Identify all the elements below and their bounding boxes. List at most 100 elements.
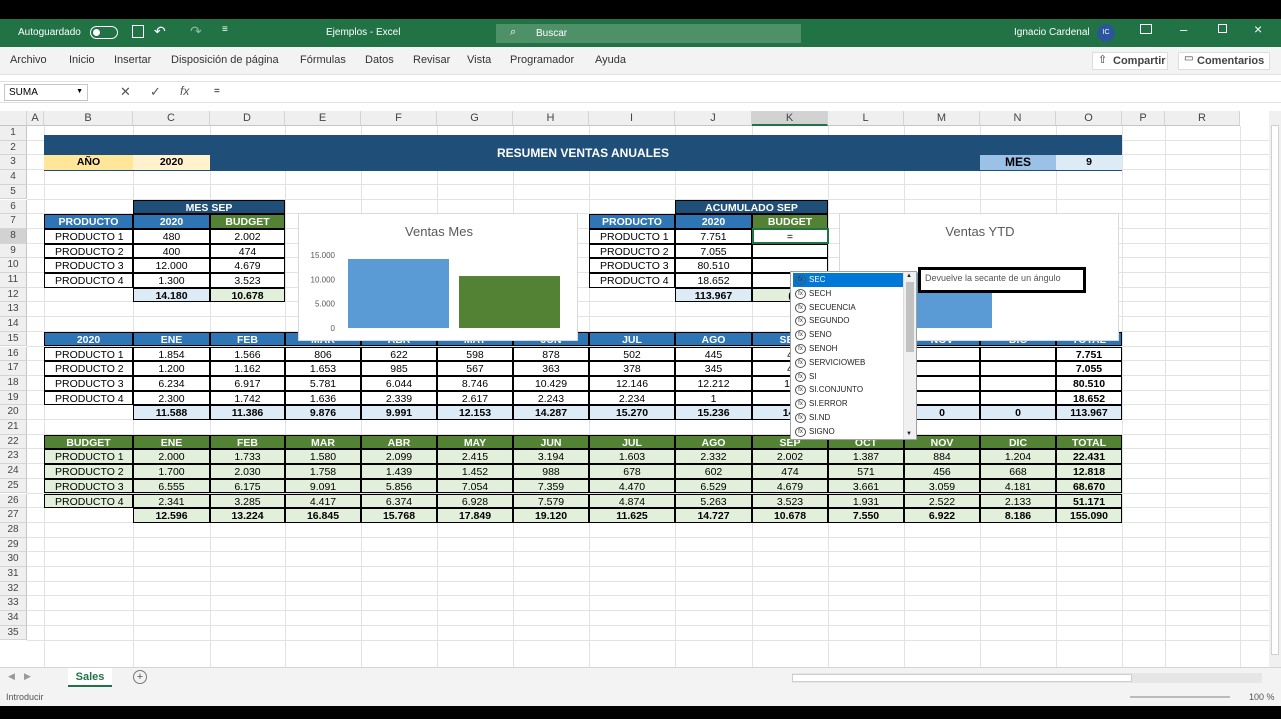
- mes-table-product[interactable]: PRODUCTO 1: [44, 228, 133, 244]
- sales-value[interactable]: 378: [589, 361, 675, 376]
- acc-table-product[interactable]: PRODUCTO 4: [589, 273, 675, 288]
- col-header-M[interactable]: M: [904, 111, 980, 126]
- row-header-25[interactable]: 25: [0, 478, 27, 494]
- row-header-9[interactable]: 9: [0, 243, 27, 259]
- row-header-32[interactable]: 32: [0, 581, 27, 597]
- acc-table-title[interactable]: ACUMULADO SEP: [675, 199, 828, 215]
- budget-value[interactable]: 4.417: [285, 493, 361, 509]
- sales-label[interactable]: 2020: [44, 331, 133, 347]
- col-header-I[interactable]: I: [589, 111, 675, 126]
- budget-value[interactable]: 1.387: [828, 449, 904, 465]
- active-cell[interactable]: [752, 227, 829, 244]
- row-header-35[interactable]: 35: [0, 625, 27, 641]
- ribbon-display-icon[interactable]: [1140, 24, 1152, 34]
- budget-value[interactable]: 3.059: [904, 478, 980, 494]
- sales-value[interactable]: 1.854: [133, 346, 210, 362]
- acc-table-product[interactable]: PRODUCTO 3: [589, 258, 675, 273]
- avatar[interactable]: IC: [1097, 24, 1115, 42]
- enter-icon[interactable]: ✓: [150, 84, 161, 100]
- mes-table-title[interactable]: MES SEP: [133, 199, 285, 215]
- budget-value[interactable]: 7.054: [437, 478, 513, 494]
- budget-value[interactable]: 456: [904, 464, 980, 479]
- mes-table-header-product[interactable]: PRODUCTO: [44, 214, 133, 229]
- tab-disposicion[interactable]: Disposición de página: [171, 54, 279, 66]
- cancel-icon[interactable]: ✕: [120, 84, 131, 100]
- row-header-4[interactable]: 4: [0, 170, 27, 185]
- row-header-3[interactable]: 3: [0, 155, 27, 171]
- sales-value[interactable]: [980, 390, 1056, 406]
- budget-product[interactable]: PRODUCTO 4: [44, 493, 133, 509]
- budget-month-header[interactable]: ABR: [361, 434, 437, 450]
- scroll-up-icon[interactable]: ▲: [906, 273, 912, 279]
- budget-total[interactable]: 13.224: [210, 508, 285, 523]
- autocomplete-item[interactable]: fx SECUENCIA: [793, 301, 903, 315]
- row-header-5[interactable]: 5: [0, 184, 27, 200]
- row-header-24[interactable]: 24: [0, 464, 27, 479]
- budget-month-header[interactable]: TOTAL: [1056, 434, 1122, 450]
- budget-value[interactable]: 6.175: [210, 478, 285, 494]
- worksheet-grid[interactable]: ABCDEFGHIJKLMNOPR 1 2 3 4 5 6 7 8 9 10 11 12 13 14 15 1…: [0, 111, 1269, 667]
- budget-month-header[interactable]: JUN: [513, 434, 589, 450]
- budget-value[interactable]: 988: [513, 464, 589, 479]
- mes-table-total-budget[interactable]: 10.678: [210, 287, 285, 303]
- budget-total[interactable]: 19.120: [513, 508, 589, 523]
- sales-value[interactable]: [980, 375, 1056, 391]
- sales-value[interactable]: 12.212: [675, 375, 752, 391]
- budget-value[interactable]: 2.341: [133, 493, 210, 509]
- sales-total[interactable]: 0: [980, 405, 1056, 420]
- formula-input[interactable]: =: [214, 86, 220, 97]
- autocomplete-item[interactable]: fx SENO: [793, 328, 903, 342]
- row-header-31[interactable]: 31: [0, 567, 27, 582]
- sales-value[interactable]: [980, 361, 1056, 376]
- row-header-21[interactable]: 21: [0, 420, 27, 435]
- budget-value[interactable]: 602: [675, 464, 752, 479]
- budget-value[interactable]: 6.928: [437, 493, 513, 509]
- sales-total[interactable]: 11.386: [210, 405, 285, 420]
- sales-total[interactable]: 15.236: [675, 405, 752, 420]
- budget-value[interactable]: 2.030: [210, 464, 285, 479]
- acc-table-budget[interactable]: [752, 243, 828, 259]
- row-header-19[interactable]: 19: [0, 390, 27, 406]
- sales-total[interactable]: 15.270: [589, 405, 675, 420]
- sales-value[interactable]: 7.751: [1056, 346, 1122, 362]
- vertical-scrollbar[interactable]: [1269, 111, 1281, 667]
- tab-inicio[interactable]: Inicio: [69, 54, 95, 66]
- row-header-22[interactable]: 22: [0, 434, 27, 450]
- search-box[interactable]: ⌕ Buscar: [496, 24, 801, 43]
- budget-value[interactable]: 1.758: [285, 464, 361, 479]
- user-name[interactable]: Ignacio Cardenal: [1014, 27, 1090, 38]
- row-header-15[interactable]: 15: [0, 331, 27, 347]
- col-header-G[interactable]: G: [437, 111, 513, 126]
- mes-table-product[interactable]: PRODUCTO 3: [44, 258, 133, 273]
- sales-value[interactable]: 12.146: [589, 375, 675, 391]
- chart-ventas-mes[interactable]: Ventas Mes 15.000 10.000 5.000 0: [298, 213, 578, 341]
- acc-table-value[interactable]: 7.055: [675, 243, 752, 259]
- budget-value[interactable]: 2.133: [980, 493, 1056, 509]
- acc-table-total[interactable]: 113.967: [675, 287, 752, 303]
- acc-table-header-product[interactable]: PRODUCTO: [589, 214, 675, 229]
- redo-icon[interactable]: ↷: [190, 23, 202, 40]
- sales-value[interactable]: 1.742: [210, 390, 285, 406]
- budget-value[interactable]: 3.661: [828, 478, 904, 494]
- budget-total[interactable]: 10.678: [752, 508, 828, 523]
- row-header-29[interactable]: 29: [0, 537, 27, 553]
- sales-total[interactable]: 9.991: [361, 405, 437, 420]
- sales-value[interactable]: 2.300: [133, 390, 210, 406]
- sales-product[interactable]: PRODUCTO 4: [44, 390, 133, 406]
- autocomplete-item[interactable]: fx SENOH: [793, 342, 903, 356]
- sales-value[interactable]: 6.917: [210, 375, 285, 391]
- autocomplete-item[interactable]: fx SECH: [793, 287, 903, 301]
- row-header-34[interactable]: 34: [0, 611, 27, 626]
- sales-value[interactable]: 806: [285, 346, 361, 362]
- budget-value[interactable]: 678: [589, 464, 675, 479]
- row-header-7[interactable]: 7: [0, 214, 27, 229]
- row-header-23[interactable]: 23: [0, 449, 27, 465]
- year-value[interactable]: 2020: [133, 155, 210, 171]
- mes-table-value[interactable]: 12.000: [133, 258, 210, 273]
- sales-total[interactable]: 14.287: [513, 405, 589, 420]
- save-icon[interactable]: [132, 25, 144, 38]
- autocomplete-item[interactable]: fx SERVICIOWEB: [793, 356, 903, 370]
- mes-table-value[interactable]: 1.300: [133, 273, 210, 288]
- sales-value[interactable]: 10.429: [513, 375, 589, 391]
- sales-value[interactable]: 502: [589, 346, 675, 362]
